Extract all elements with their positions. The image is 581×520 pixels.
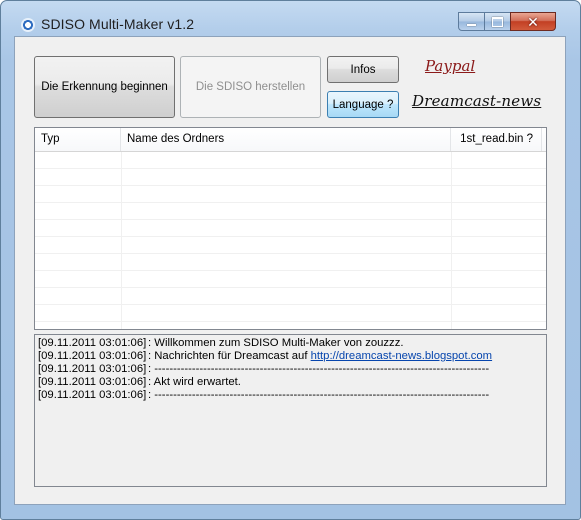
empty-row	[35, 288, 546, 305]
infos-button[interactable]: Infos	[327, 56, 399, 83]
window-title: SDISO Multi-Maker v1.2	[41, 16, 195, 32]
column-header-folder-name[interactable]: Name des Ordners	[121, 128, 451, 151]
log-timestamp: [09.11.2011 03:01:06]	[38, 389, 147, 401]
column-header-first-read-bin[interactable]: 1st_read.bin ?	[451, 128, 542, 151]
empty-row	[35, 254, 546, 271]
minimize-button[interactable]	[458, 12, 485, 31]
log-timestamp: [09.11.2011 03:01:06]	[38, 350, 147, 362]
empty-row	[35, 186, 546, 203]
empty-row	[35, 169, 546, 186]
log-message: : --------------------------------------…	[148, 363, 490, 375]
column-header-type[interactable]: Typ	[35, 128, 121, 151]
empty-row	[35, 237, 546, 254]
log-message: : Nachrichten für Dreamcast auf	[148, 350, 311, 362]
dreamcast-swirl-icon	[21, 18, 35, 32]
client-area: Die Erkennung beginnen Die SDISO herstel…	[14, 36, 566, 505]
minimize-icon	[467, 23, 476, 26]
folder-list-body	[35, 152, 546, 329]
create-sdiso-button[interactable]: Die SDISO herstellen	[180, 56, 321, 118]
title-bar[interactable]: SDISO Multi-Maker v1.2 ✕	[1, 1, 580, 35]
log-timestamp: [09.11.2011 03:01:06]	[38, 376, 147, 388]
log-line: [09.11.2011 03:01:06]: -----------------…	[38, 363, 546, 376]
log-message: : Willkommen zum SDISO Multi-Maker von z…	[148, 337, 404, 349]
log-timestamp: [09.11.2011 03:01:06]	[38, 337, 147, 349]
language-button[interactable]: Language ?	[327, 91, 399, 118]
log-timestamp: [09.11.2011 03:01:06]	[38, 363, 147, 375]
empty-row	[35, 152, 546, 169]
empty-row	[35, 203, 546, 220]
application-window: SDISO Multi-Maker v1.2 ✕ Die Erkennung b…	[0, 0, 581, 520]
folder-list-header: Typ Name des Ordners 1st_read.bin ?	[35, 128, 546, 152]
log-message: : --------------------------------------…	[148, 389, 490, 401]
start-detection-button[interactable]: Die Erkennung beginnen	[34, 56, 175, 118]
close-icon: ✕	[527, 13, 539, 30]
log-line: [09.11.2011 03:01:06]: -----------------…	[38, 389, 546, 402]
paypal-link[interactable]: Paypal	[425, 57, 475, 75]
empty-row	[35, 271, 546, 288]
log-line: [09.11.2011 03:01:06]: Nachrichten für D…	[38, 350, 546, 363]
close-button[interactable]: ✕	[510, 12, 556, 31]
log-line: [09.11.2011 03:01:06]: Willkommen zum SD…	[38, 337, 546, 350]
dreamcast-news-link[interactable]: Dreamcast-news	[412, 92, 541, 110]
maximize-icon	[492, 16, 503, 27]
folder-list[interactable]: Typ Name des Ordners 1st_read.bin ?	[34, 127, 547, 330]
dreamcast-news-url-link[interactable]: http://dreamcast-news.blogspot.com	[311, 350, 492, 362]
log-message: : Akt wird erwartet.	[148, 376, 241, 388]
empty-row	[35, 305, 546, 322]
log-output[interactable]: [09.11.2011 03:01:06]: Willkommen zum SD…	[34, 334, 547, 487]
log-line: [09.11.2011 03:01:06]: Akt wird erwartet…	[38, 376, 546, 389]
maximize-button[interactable]	[484, 12, 511, 31]
empty-row	[35, 220, 546, 237]
